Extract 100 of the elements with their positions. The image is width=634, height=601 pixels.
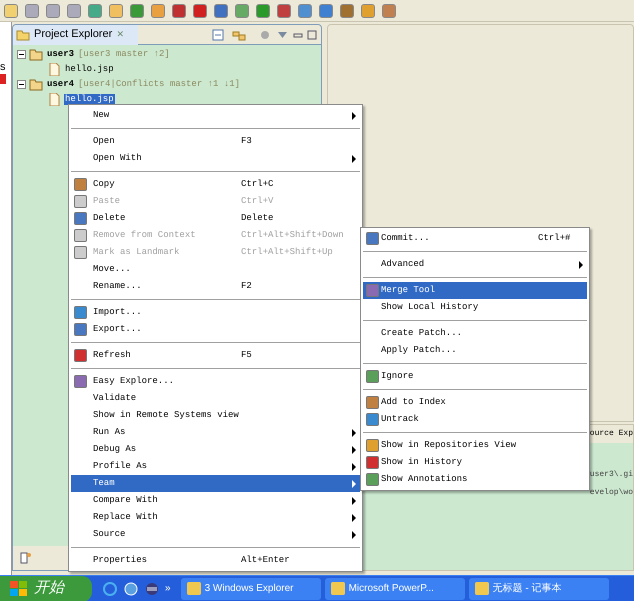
submenu-arrow-icon — [352, 463, 356, 471]
menu-item-icon — [366, 413, 379, 426]
console-text: evelop\wo — [590, 487, 633, 499]
view-tab[interactable]: Project Explorer ✕ — [13, 24, 138, 44]
menu-item[interactable]: Untrack — [363, 411, 587, 428]
toolbar-icon[interactable] — [340, 4, 354, 18]
toolbar-icon[interactable] — [130, 4, 144, 18]
menu-item[interactable]: Delete Delete — [71, 210, 360, 227]
menu-item-icon — [366, 232, 379, 245]
submenu-arrow-icon — [579, 261, 583, 269]
menu-item[interactable]: Show Annotations — [363, 471, 587, 488]
menu-item-icon — [74, 246, 87, 259]
menu-item[interactable]: Add to Index — [363, 394, 587, 411]
menu-item[interactable]: Properties Alt+Enter — [71, 552, 360, 569]
toolbar-icon[interactable] — [193, 4, 207, 18]
console-text: user3\.gi — [590, 469, 633, 481]
menu-item[interactable]: Advanced — [363, 256, 587, 273]
repository-status: [user4|Conflicts master ↑1 ↓1] — [78, 78, 240, 91]
menu-item[interactable]: Show in Repositories View — [363, 437, 587, 454]
submenu-arrow-icon — [352, 480, 356, 488]
submenu-arrow-icon — [352, 531, 356, 539]
tree-item[interactable]: user4 — [46, 79, 76, 90]
toolbar-icon[interactable] — [46, 4, 60, 18]
toolbar-icon[interactable] — [256, 4, 270, 18]
link-editor-icon[interactable] — [232, 28, 246, 40]
taskbar-button[interactable]: Microsoft PowerP... — [324, 578, 465, 600]
menu-item[interactable]: Apply Patch... — [363, 342, 587, 359]
menu-item[interactable]: Open F3 — [71, 133, 360, 150]
menu-item[interactable]: Replace With — [71, 509, 360, 526]
menu-item-icon — [74, 195, 87, 208]
menu-item[interactable]: Open With — [71, 150, 360, 167]
menu-item[interactable]: Commit... Ctrl+# — [363, 230, 587, 247]
toolbar-icon[interactable] — [298, 4, 312, 18]
menu-item[interactable]: Refresh F5 — [71, 347, 360, 364]
taskbar-button[interactable]: 无标题 - 记事本 — [468, 578, 609, 600]
collapse-toggle-icon[interactable] — [17, 50, 26, 59]
menu-item[interactable]: Import... — [71, 304, 360, 321]
toolbar-icon[interactable] — [214, 4, 228, 18]
windows-logo-icon — [10, 580, 28, 596]
menu-item[interactable]: Team — [71, 475, 360, 492]
toolbar-icon[interactable] — [4, 4, 18, 18]
eclipse-icon[interactable] — [144, 580, 160, 596]
toolbar-icon[interactable] — [67, 4, 81, 18]
menu-item[interactable]: Export... — [71, 321, 360, 338]
toolbar-icon[interactable] — [382, 4, 396, 18]
folder-icon — [16, 28, 30, 40]
view-tab[interactable]: ource Exp — [590, 428, 633, 440]
menu-item[interactable]: Show in Remote Systems view — [71, 407, 360, 424]
fast-view-icon[interactable] — [19, 552, 31, 564]
collapse-all-icon[interactable] — [212, 28, 224, 40]
menu-item[interactable]: Compare With — [71, 492, 360, 509]
menu-item[interactable]: Move... — [71, 261, 360, 278]
more-button[interactable]: » — [165, 581, 171, 596]
taskbar-button[interactable]: 3 Windows Explorer — [180, 578, 321, 600]
toolbar-icon[interactable] — [235, 4, 249, 18]
toolbar-icon[interactable] — [109, 4, 123, 18]
app-icon — [186, 582, 201, 595]
menu-item[interactable]: Rename... F2 — [71, 278, 360, 295]
menu-item[interactable]: Easy Explore... — [71, 373, 360, 390]
maximize-icon[interactable] — [307, 30, 317, 40]
tree-item[interactable]: hello.jsp — [64, 94, 115, 105]
menu-item[interactable]: Show in History — [363, 454, 587, 471]
menu-item[interactable]: Run As — [71, 424, 360, 441]
menu-item[interactable]: Source — [71, 526, 360, 543]
menu-item[interactable]: Create Patch... — [363, 325, 587, 342]
menu-item[interactable]: New — [71, 107, 360, 124]
menu-item-icon — [74, 323, 87, 336]
toolbar-icon[interactable] — [319, 4, 333, 18]
menu-item[interactable]: Show Local History — [363, 299, 587, 316]
project-folder-icon — [29, 78, 43, 91]
toolbar-icon[interactable] — [172, 4, 186, 18]
view-menu-icon[interactable] — [278, 32, 287, 38]
menu-item-icon — [74, 349, 87, 362]
menu-item-icon — [366, 456, 379, 469]
menu-item[interactable]: Debug As — [71, 441, 360, 458]
collapse-toggle-icon[interactable] — [17, 80, 26, 89]
toolbar-icon[interactable] — [151, 4, 165, 18]
menu-item[interactable]: Ignore — [363, 368, 587, 385]
submenu-arrow-icon — [352, 497, 356, 505]
menu-item[interactable]: Validate — [71, 390, 360, 407]
toolbar-icon[interactable] — [25, 4, 39, 18]
partial-label: s — [0, 62, 6, 73]
file-icon — [47, 93, 61, 106]
repository-status: [user3 master ↑2] — [78, 48, 170, 61]
submenu-arrow-icon — [352, 446, 356, 454]
file-icon — [47, 63, 61, 76]
toolbar-icon[interactable] — [88, 4, 102, 18]
menu-item[interactable]: Copy Ctrl+C — [71, 176, 360, 193]
toolbar-icon[interactable] — [277, 4, 291, 18]
toolbar-icon[interactable] — [361, 4, 375, 18]
submenu-arrow-icon — [352, 514, 356, 522]
submenu-arrow-icon — [352, 112, 356, 120]
app-icon — [330, 582, 345, 595]
submenu-arrow-icon — [352, 429, 356, 437]
app-icon — [474, 582, 489, 595]
menu-item[interactable]: Merge Tool — [363, 282, 587, 299]
tree-item[interactable]: user3 — [46, 49, 76, 60]
menu-item[interactable]: Profile As — [71, 458, 360, 475]
tree-item[interactable]: hello.jsp — [64, 64, 115, 75]
start-button[interactable]: 开始 — [0, 576, 92, 601]
